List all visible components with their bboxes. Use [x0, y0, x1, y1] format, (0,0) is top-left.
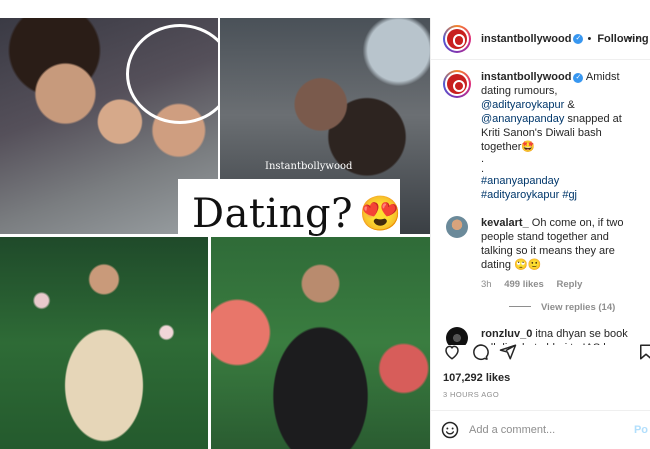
- comment-username[interactable]: ronzluv_0: [481, 328, 532, 340]
- comment-item: kevalart_ Oh come on, if two people stan…: [443, 216, 640, 292]
- heart-eyes-emoji: 😍: [359, 195, 402, 233]
- caption-part: &: [564, 99, 575, 111]
- comment-meta: 3h 499 likes Reply: [481, 278, 640, 292]
- aditya-photo: [211, 237, 430, 449]
- separator-dot: •: [587, 32, 592, 45]
- caption-dot: .: [481, 163, 485, 175]
- bookmark-icon[interactable]: [637, 343, 650, 361]
- share-icon[interactable]: [499, 343, 517, 361]
- likes-count[interactable]: 107,292 likes: [443, 372, 510, 384]
- mention-link[interactable]: @ananyapanday: [481, 113, 564, 125]
- ananya-photo: [0, 237, 208, 449]
- mention-link[interactable]: @adityaroykapur: [481, 99, 564, 111]
- post-header: instantbollywood ✓ • Following: [431, 18, 650, 60]
- time-ago[interactable]: 3 HOURS AGO: [443, 390, 499, 399]
- caption-row: instantbollywood ✓ Amidst dating rumours,…: [443, 70, 640, 202]
- caption-dot: .: [481, 153, 485, 165]
- emoji-icon[interactable]: [441, 421, 459, 439]
- verified-icon: ✓: [573, 73, 584, 83]
- hashtags-link[interactable]: #ananyapanday #adityaroykapur #gj: [481, 175, 577, 201]
- commenter-avatar[interactable]: [446, 216, 468, 238]
- action-bar: [443, 343, 650, 365]
- more-options-icon[interactable]: ···: [628, 31, 640, 45]
- comments-area[interactable]: instantbollywood ✓ Amidst dating rumours,…: [431, 60, 650, 345]
- watermark: Instantbollywood: [265, 161, 353, 172]
- comment-age: 3h: [481, 279, 492, 290]
- dating-text: Dating?: [192, 191, 354, 237]
- comment-input[interactable]: Add a comment...: [469, 424, 555, 436]
- comment-body: kevalart_ Oh come on, if two people stan…: [481, 216, 640, 292]
- post-image-collage[interactable]: Instantbollywood Dating? 😍: [0, 18, 430, 449]
- header-username[interactable]: instantbollywood: [481, 33, 571, 45]
- avatar[interactable]: [443, 24, 471, 53]
- caption-text: instantbollywood ✓ Amidst dating rumours,…: [481, 70, 640, 202]
- verified-icon: ✓: [573, 33, 584, 44]
- comment-icon[interactable]: [471, 343, 489, 361]
- highlight-circle: [126, 24, 234, 124]
- comment-likes[interactable]: 499 likes: [504, 279, 544, 290]
- reply-button[interactable]: Reply: [556, 279, 582, 290]
- add-comment-bar: Add a comment... Po: [431, 410, 650, 449]
- following-button[interactable]: Following: [597, 33, 648, 45]
- post-side-panel: instantbollywood ✓ • Following instantbo…: [430, 18, 650, 449]
- caption-username[interactable]: instantbollywood: [481, 71, 571, 83]
- heart-icon[interactable]: [443, 343, 461, 361]
- caption-avatar[interactable]: [443, 70, 471, 98]
- post-button[interactable]: Po: [634, 424, 648, 436]
- comment-username[interactable]: kevalart_: [481, 217, 529, 229]
- view-replies-button[interactable]: View replies (14): [509, 302, 640, 313]
